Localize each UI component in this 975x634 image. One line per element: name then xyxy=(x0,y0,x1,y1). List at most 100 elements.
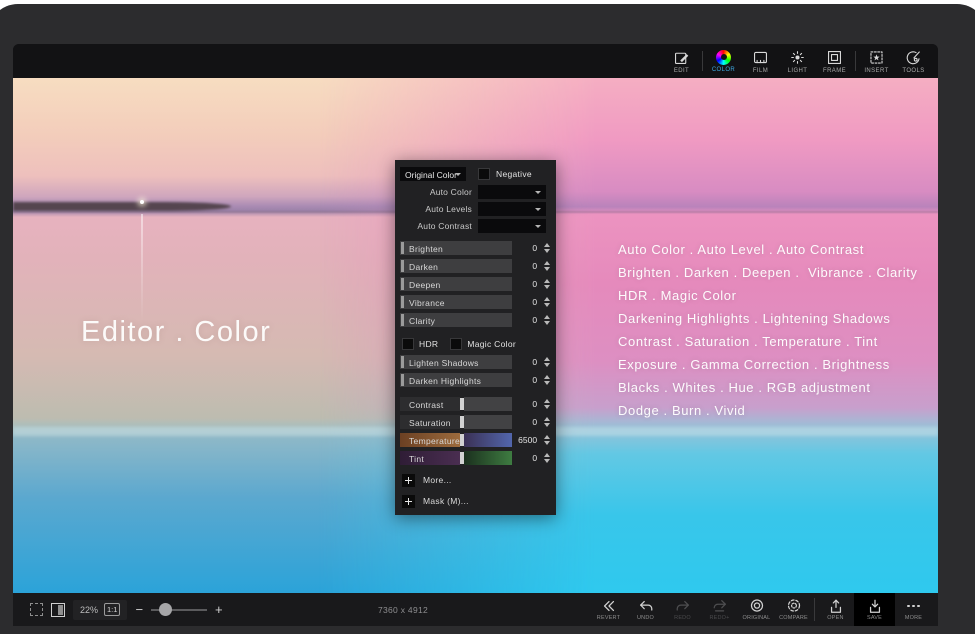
auto-color-label: Auto Color xyxy=(400,187,478,197)
deepen-stepper[interactable] xyxy=(542,279,551,289)
feature-line: HDR . Magic Color xyxy=(618,284,918,307)
toolbar-separator xyxy=(855,51,856,71)
original-button[interactable]: ORIGINAL xyxy=(738,593,775,626)
tab-insert-label: INSERT xyxy=(864,68,888,74)
feature-list: Auto Color . Auto Level . Auto Contrast … xyxy=(618,238,918,422)
more-options-button[interactable]: MORE xyxy=(895,593,932,626)
tab-insert[interactable]: INSERT xyxy=(858,46,895,76)
zoom-out-button[interactable]: − xyxy=(135,603,143,616)
feature-line: Dodge . Burn . Vivid xyxy=(618,399,918,422)
open-button[interactable]: OPEN xyxy=(817,593,854,626)
auto-levels-label: Auto Levels xyxy=(400,204,478,214)
zoom-slider[interactable] xyxy=(151,609,207,611)
darken-slider[interactable]: Darken xyxy=(400,259,512,273)
magic-color-label: Magic Color xyxy=(467,339,516,349)
tab-tools[interactable]: TOOLS xyxy=(895,46,932,76)
deepen-slider[interactable]: Deepen xyxy=(400,277,512,291)
temperature-stepper[interactable] xyxy=(542,435,551,445)
darken-stepper[interactable] xyxy=(542,261,551,271)
plus-icon xyxy=(402,474,415,487)
revert-button[interactable]: REVERT xyxy=(590,593,627,626)
tab-color-label: COLOR xyxy=(712,67,735,73)
slider-value: 6500 xyxy=(512,435,542,445)
toolbar-separator xyxy=(814,598,815,621)
tab-frame[interactable]: FRAME xyxy=(816,46,853,76)
darken-highlights-stepper[interactable] xyxy=(542,375,551,385)
photo-canvas[interactable]: Editor . Color Auto Color . Auto Level .… xyxy=(13,78,938,593)
zoom-slider-handle[interactable] xyxy=(159,603,172,616)
app-screen: EDIT COLOR FILM LIGHT xyxy=(13,44,938,626)
tint-slider[interactable]: Tint xyxy=(400,451,512,465)
marquee-selection-icon[interactable] xyxy=(30,603,43,616)
color-adjustment-panel: Original Color Negative Auto Color Auto … xyxy=(395,160,556,515)
more-button[interactable]: More... xyxy=(402,473,551,487)
contrast-slider[interactable]: Contrast xyxy=(400,397,512,411)
slider-value: 0 xyxy=(512,417,542,427)
slider-value: 0 xyxy=(512,315,542,325)
open-icon xyxy=(827,598,845,614)
undo-button[interactable]: UNDO xyxy=(627,593,664,626)
vibrance-stepper[interactable] xyxy=(542,297,551,307)
edit-icon xyxy=(673,49,690,66)
magic-color-checkbox[interactable] xyxy=(450,338,462,350)
slider-label: Tint xyxy=(409,454,424,464)
preset-dropdown[interactable]: Original Color xyxy=(400,167,466,181)
slider-row-vibrance: Vibrance 0 xyxy=(400,295,551,309)
film-icon xyxy=(752,49,769,66)
slider-label: Temperature xyxy=(409,436,460,446)
mask-label: Mask (M)... xyxy=(423,496,469,506)
image-dimensions: 7360 x 4912 xyxy=(343,605,463,615)
lighten-shadows-slider[interactable]: Lighten Shadows xyxy=(400,355,512,369)
compare-button[interactable]: COMPARE xyxy=(775,593,812,626)
save-button[interactable]: SAVE xyxy=(854,593,895,626)
tab-film-label: FILM xyxy=(753,68,768,74)
auto-contrast-dropdown[interactable] xyxy=(478,219,546,233)
redo-plus-button[interactable]: REDO+ xyxy=(701,593,738,626)
zoom-in-button[interactable]: + xyxy=(215,603,223,616)
slider-row-deepen: Deepen 0 xyxy=(400,277,551,291)
slider-label: Vibrance xyxy=(409,298,445,308)
mask-button[interactable]: Mask (M)... xyxy=(402,494,551,508)
tint-stepper[interactable] xyxy=(542,453,551,463)
zoom-percent: 22% xyxy=(80,605,98,615)
contrast-stepper[interactable] xyxy=(542,399,551,409)
tab-color[interactable]: COLOR xyxy=(705,46,742,76)
vibrance-slider[interactable]: Vibrance xyxy=(400,295,512,309)
slider-label: Saturation xyxy=(409,418,451,428)
lighten-shadows-stepper[interactable] xyxy=(542,357,551,367)
preset-dropdown-value: Original Color xyxy=(405,170,457,180)
slider-row-temperature: Temperature 6500 xyxy=(400,433,551,447)
slider-row-clarity: Clarity 0 xyxy=(400,313,551,327)
tab-edit[interactable]: EDIT xyxy=(663,46,700,76)
brighten-slider[interactable]: Brighten xyxy=(400,241,512,255)
tab-light-label: LIGHT xyxy=(788,68,808,74)
slider-value: 0 xyxy=(512,297,542,307)
redo-icon xyxy=(674,598,692,614)
auto-color-dropdown[interactable] xyxy=(478,185,546,199)
feature-line: Exposure . Gamma Correction . Brightness xyxy=(618,353,918,376)
split-view-icon[interactable] xyxy=(51,603,65,617)
redo-button[interactable]: REDO xyxy=(664,593,701,626)
clarity-slider[interactable]: Clarity xyxy=(400,313,512,327)
compare-icon xyxy=(785,598,803,614)
tab-light[interactable]: LIGHT xyxy=(779,46,816,76)
save-icon xyxy=(866,598,884,614)
brighten-stepper[interactable] xyxy=(542,243,551,253)
saturation-slider[interactable]: Saturation xyxy=(400,415,512,429)
tab-film[interactable]: FILM xyxy=(742,46,779,76)
more-label: More... xyxy=(423,475,452,485)
slider-value: 0 xyxy=(512,357,542,367)
feature-line: Blacks . Whites . Hue . RGB adjustment xyxy=(618,376,918,399)
auto-levels-dropdown[interactable] xyxy=(478,202,546,216)
slider-label: Clarity xyxy=(409,316,435,326)
slider-value: 0 xyxy=(512,261,542,271)
clarity-stepper[interactable] xyxy=(542,315,551,325)
temperature-slider[interactable]: Temperature xyxy=(400,433,512,447)
zoom-controls: 22% 1:1 − + xyxy=(30,593,223,626)
ellipsis-icon xyxy=(907,598,920,614)
ratio-1-1-button[interactable]: 1:1 xyxy=(104,603,120,616)
saturation-stepper[interactable] xyxy=(542,417,551,427)
hdr-checkbox[interactable] xyxy=(402,338,414,350)
darken-highlights-slider[interactable]: Darken Highlights xyxy=(400,373,512,387)
negative-checkbox[interactable] xyxy=(478,168,490,180)
